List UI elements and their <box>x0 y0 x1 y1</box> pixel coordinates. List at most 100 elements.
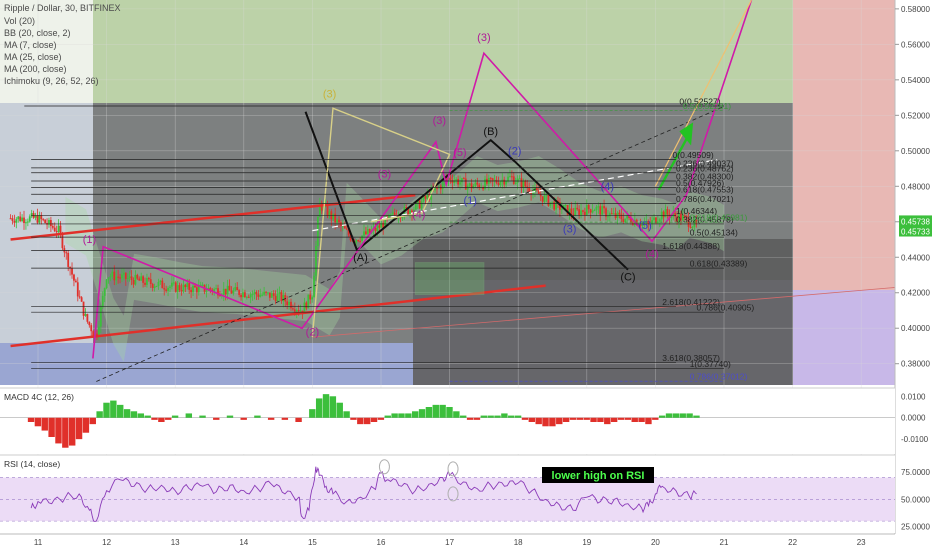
candle-body <box>355 240 358 243</box>
candle-body <box>441 181 444 190</box>
candle-body <box>474 182 477 186</box>
candle-body <box>576 207 579 210</box>
macd-bar <box>412 411 419 418</box>
candle-body <box>101 295 104 308</box>
macd-bar <box>281 417 289 420</box>
y-tick-label: 0.40000 <box>901 324 930 333</box>
candle-body <box>297 310 300 312</box>
candle-body <box>55 231 58 233</box>
candle-body <box>293 309 296 312</box>
candle-body <box>547 194 550 206</box>
candle-body <box>543 195 546 202</box>
candle-body <box>361 235 363 241</box>
macd-bar <box>460 415 467 418</box>
candle-body <box>80 297 83 302</box>
candle-body <box>140 276 143 281</box>
x-tick-label: 14 <box>239 538 248 547</box>
candle-body <box>240 294 242 298</box>
macd-bar <box>439 404 446 418</box>
candle-body <box>176 285 179 292</box>
candle-body <box>551 201 554 203</box>
last-price-label: 0.45733 <box>901 228 930 237</box>
macd-bar <box>473 417 481 420</box>
candle-body <box>468 183 471 186</box>
candle-body <box>359 240 362 242</box>
candle-body <box>57 225 60 232</box>
macd-bar <box>679 413 686 418</box>
macd-bar <box>528 417 536 422</box>
macd-bar <box>480 415 487 418</box>
macd-bar <box>652 417 659 420</box>
wave-label: (4) <box>412 209 425 221</box>
candle-body <box>357 240 360 242</box>
candle-body <box>593 210 596 212</box>
x-tick-label: 18 <box>514 538 523 547</box>
candle-body <box>261 294 264 296</box>
trading-chart[interactable]: 0(0.52527)0.5(0.52281)0(0.49509)0.236(0.… <box>0 0 932 550</box>
indicator-ma25: MA (25, close) <box>4 52 62 62</box>
candle-body <box>28 216 31 222</box>
y-tick-label: 0.54000 <box>901 76 930 85</box>
candle-body <box>497 182 500 185</box>
candle-body <box>620 214 623 220</box>
candle-body <box>115 276 118 281</box>
candle-body <box>109 276 112 278</box>
candle-body <box>67 252 70 267</box>
macd-bar <box>336 402 343 418</box>
candle-body <box>591 210 594 213</box>
macd-bar <box>370 417 378 422</box>
candle-body <box>192 285 194 293</box>
candle-body <box>618 212 621 215</box>
candle-body <box>243 292 246 298</box>
candle-body <box>292 308 294 310</box>
candle-body <box>570 208 573 214</box>
macd-bar <box>665 413 673 418</box>
candle-body <box>336 219 338 223</box>
candle-body <box>21 217 23 222</box>
macd-bar <box>487 415 494 418</box>
candle-body <box>418 200 421 209</box>
candle-body <box>136 274 139 279</box>
y-tick-label: 0.42000 <box>901 289 930 298</box>
candle-body <box>230 290 233 294</box>
macd-bar <box>432 404 439 418</box>
macd-bar <box>295 417 302 422</box>
macd-bar <box>398 413 405 418</box>
candle-body <box>11 218 14 221</box>
macd-tick-label: 0.0000 <box>901 414 926 423</box>
candle-body <box>238 290 241 295</box>
candle-body <box>90 325 93 332</box>
candle-body <box>209 287 212 290</box>
macd-bar <box>624 417 632 420</box>
candle-body <box>195 287 198 293</box>
macd-bar <box>329 396 337 418</box>
candle-body <box>622 219 625 222</box>
candle-body <box>274 295 277 302</box>
macd-bar <box>322 394 330 418</box>
candle-body <box>126 278 129 280</box>
macd-tick-label: 0.0100 <box>901 392 926 401</box>
candle-body <box>42 219 45 221</box>
candle-body <box>607 216 609 218</box>
macd-bar <box>82 417 90 433</box>
macd-bar <box>569 417 577 420</box>
wave-label: (1) <box>83 234 96 246</box>
price-axis[interactable]: 0.58000 0.56000 0.54000 0.52000 0.50000 0.480… <box>894 0 932 550</box>
wave-label: (B) <box>483 126 498 138</box>
candle-body <box>138 278 141 281</box>
candle-body <box>249 294 252 298</box>
fib-label: 0.5(0.52281) <box>683 101 731 111</box>
macd-bar <box>41 417 48 431</box>
candle-body <box>174 282 177 292</box>
candle-body <box>111 271 114 277</box>
macd-bar <box>350 417 357 420</box>
candle-body <box>255 292 258 295</box>
candle-body <box>587 205 590 210</box>
candle-body <box>263 291 266 295</box>
candle-body <box>311 297 314 300</box>
macd-bar <box>267 417 275 420</box>
last-price-label: 0.45738 <box>901 217 930 226</box>
time-axis[interactable]: 11 12 13 14 15 16 17 18 19 20 21 22 23 <box>0 533 932 550</box>
candle-body <box>194 285 196 288</box>
candle-body <box>186 283 189 288</box>
